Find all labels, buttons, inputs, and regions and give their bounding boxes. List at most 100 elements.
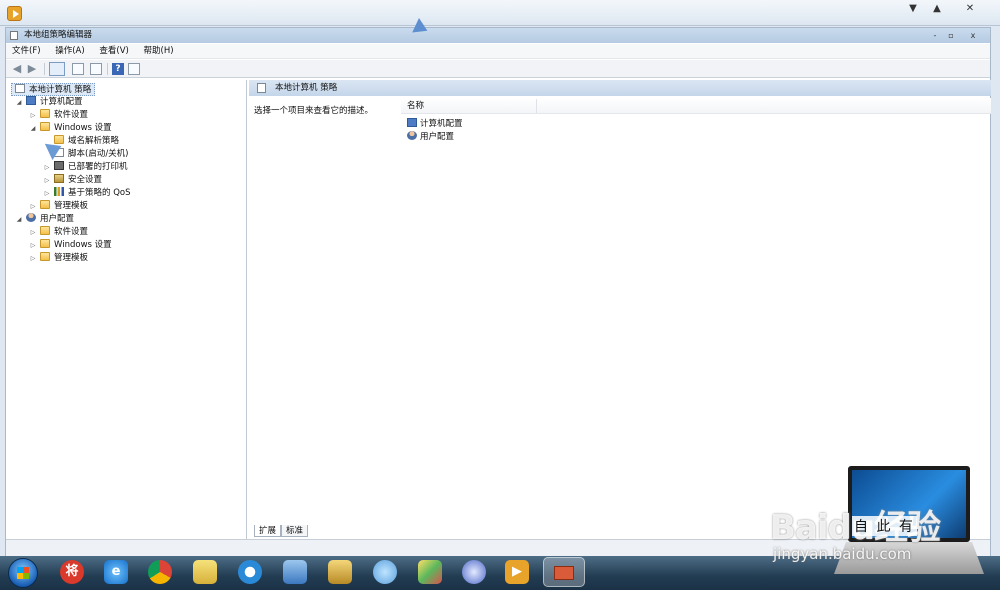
collapse-triangle-icon[interactable]: ▷ [29,252,37,265]
column-header-name[interactable]: 名称 [401,98,991,114]
window-titlebar: 本地组策略编辑器 - ▫ x [6,28,990,43]
forward-arrow-icon[interactable]: ▶ [26,63,38,75]
toolbar: ◀ ▶ ? [6,60,990,78]
expand-triangle-icon[interactable]: ◢ [29,122,37,135]
list-item-label: 计算机配置 [420,119,463,129]
tree-label: 软件设置 [54,227,89,237]
show-hide-tree-icon[interactable] [49,62,65,76]
tree-computer-config[interactable]: ◢ 计算机配置 [15,96,83,109]
tree-cc-admin[interactable]: ▷ 管理模板 [29,200,88,213]
tree-root-label: 本地计算机 策略 [29,85,92,95]
properties-icon[interactable] [72,63,84,75]
tree-label: 脚本(启动/关机) [68,149,129,159]
help-icon[interactable]: ? [112,63,124,75]
tree-label: 管理模板 [54,201,89,211]
security-icon [54,174,64,183]
tree-uc-windows[interactable]: ▷ Windows 设置 [29,239,112,252]
tree-label: 计算机配置 [40,97,83,107]
export-list-icon[interactable] [90,63,102,75]
user-icon [26,213,36,222]
tree-label: 软件设置 [54,110,89,120]
control-panel-icon[interactable] [283,560,307,584]
jiang-app-icon[interactable]: 将 [60,560,84,584]
tab-extended[interactable]: 扩展 [254,525,282,537]
list-item[interactable]: 计算机配置 [407,118,463,131]
collapse-triangle-icon[interactable]: ▷ [43,161,51,174]
tree-label: 用户配置 [40,214,75,224]
gpedit-icon [554,566,574,580]
gpedit-window: 本地组策略编辑器 - ▫ x 文件(F) 操作(A) 查看(V) 帮助(H) ◀… [5,27,991,557]
view-tabs: 扩展 标准 [254,525,309,538]
minimize-button[interactable]: - [928,28,942,43]
toolbar-separator [44,63,45,75]
qos-chart-icon [54,187,64,196]
windows-start-icon[interactable] [8,558,38,588]
tree-uc-software[interactable]: ▷ 软件设置 [29,226,88,239]
tree-cc-qos[interactable]: ▷ 基于策略的 QoS [43,187,131,200]
tree-label: 安全设置 [68,175,103,185]
paint-icon[interactable] [418,560,442,584]
restore-button[interactable]: ▫ [944,28,958,43]
column-divider[interactable] [536,99,537,113]
tree-cc-security[interactable]: ▷ 安全设置 [43,174,102,187]
tree-uc-admin[interactable]: ▷ 管理模板 [29,252,88,265]
filter-icon[interactable] [128,63,140,75]
details-list: 名称 计算机配置 用户配置 [401,98,991,528]
folder-app-icon[interactable] [193,560,217,584]
menu-action[interactable]: 操作(A) [49,44,90,59]
browser-icon[interactable] [238,560,262,584]
folder-icon [40,239,50,248]
collapse-triangle-icon[interactable]: ▷ [29,239,37,252]
tree-cc-printers[interactable]: ▷ 已部署的打印机 [43,161,128,174]
chrome-icon[interactable] [148,560,172,584]
tree-cc-windows[interactable]: ◢ Windows 设置 [29,122,112,135]
right-pane-title: 本地计算机 策略 [275,83,338,93]
tree-user-config[interactable]: ◢ 用户配置 [15,213,74,226]
tree-cc-software[interactable]: ▷ 软件设置 [29,109,88,122]
tree-pane: 本地计算机 策略 ◢ 计算机配置 ▷ 软件设置 ◢ Windows 设置 域名解析策略… [7,80,247,556]
file-manager-icon[interactable] [328,560,352,584]
list-item[interactable]: 用户配置 [407,131,454,144]
network-icon[interactable] [462,560,486,584]
tree-label: 管理模板 [54,253,89,263]
tab-standard[interactable]: 标准 [281,525,309,537]
menu-bar: 文件(F) 操作(A) 查看(V) 帮助(H) [6,44,990,59]
close-icon[interactable]: ✕ [960,2,980,16]
toolbar-separator [107,63,108,75]
chevron-up-icon[interactable]: ▲ [927,2,947,16]
expand-triangle-icon[interactable]: ◢ [15,96,23,109]
tree-label: 域名解析策略 [68,136,120,146]
collapse-triangle-icon[interactable]: ▷ [43,187,51,200]
tree-label: Windows 设置 [54,123,112,133]
settings-icon[interactable] [373,560,397,584]
laptop-caption: 自 此 有 [852,516,917,536]
menu-file[interactable]: 文件(F) [6,44,47,59]
watermark-url: jingyan.baidu.com [773,545,912,563]
close-button[interactable]: x [966,28,980,43]
back-arrow-icon[interactable]: ◀ [11,63,23,75]
collapse-triangle-icon[interactable]: ▷ [29,200,37,213]
menu-help[interactable]: 帮助(H) [138,44,180,59]
gpedit-task-button[interactable] [543,557,585,587]
outer-window-bar: ▼ ▲ ✕ [0,0,1000,26]
user-icon [407,131,417,140]
chevron-down-icon[interactable]: ▼ [903,2,923,16]
menu-view[interactable]: 查看(V) [93,44,134,59]
collapse-triangle-icon[interactable]: ▷ [29,109,37,122]
policy-doc-icon [15,84,25,93]
column-name-label: 名称 [407,101,425,111]
policy-doc-icon [257,83,266,93]
description-text: 选择一个项目来查看它的描述。 [254,106,374,116]
expand-triangle-icon[interactable]: ◢ [15,213,23,226]
computer-icon [407,118,417,127]
collapse-triangle-icon[interactable]: ▷ [43,174,51,187]
list-item-label: 用户配置 [420,132,455,142]
app-play-icon[interactable] [7,6,22,21]
collapse-triangle-icon[interactable]: ▷ [29,226,37,239]
tree-root[interactable]: 本地计算机 策略 [11,83,96,96]
printer-icon [54,161,64,170]
ie-icon[interactable]: e [104,560,128,584]
folder-icon [40,109,50,118]
folder-icon [40,252,50,261]
media-player-icon[interactable]: ▶ [505,560,529,584]
